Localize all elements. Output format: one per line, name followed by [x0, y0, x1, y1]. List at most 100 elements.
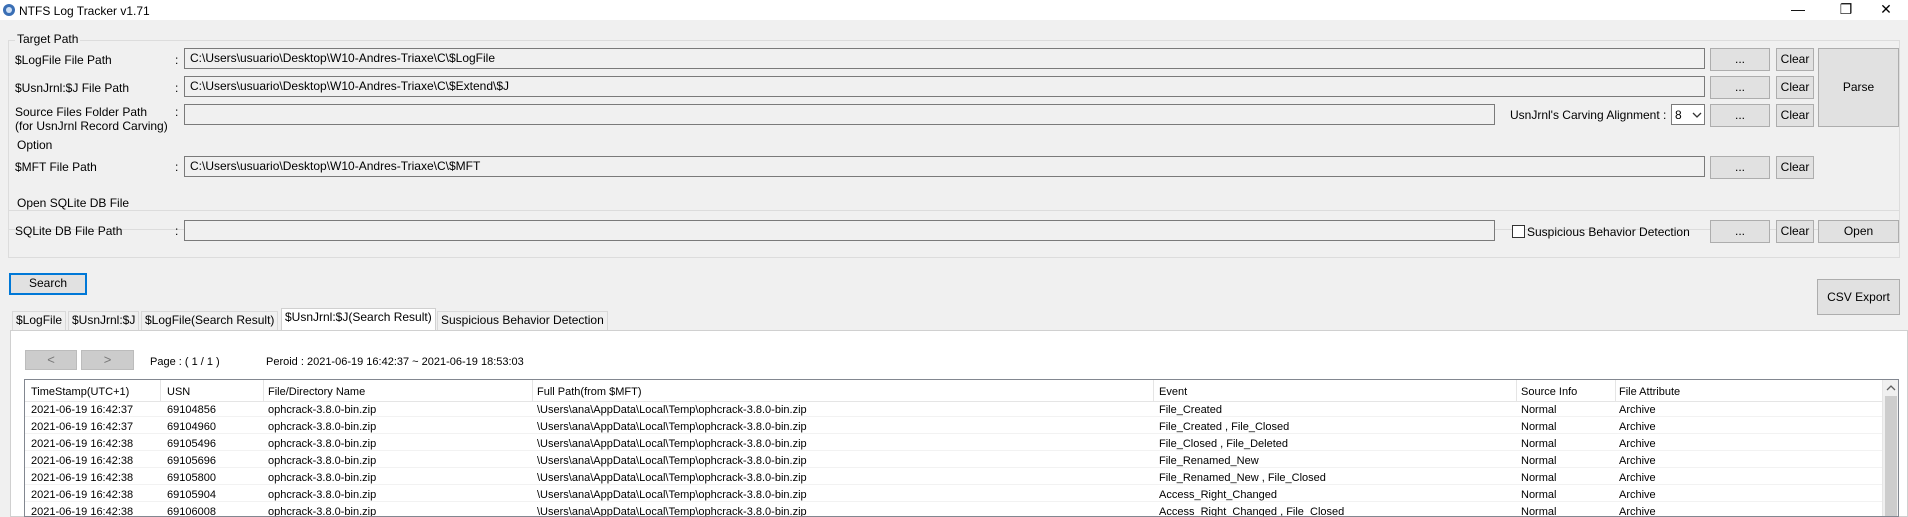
table-row[interactable]: 2021-06-19 16:42:38 69106008 ophcrack-3.8.… [25, 505, 1882, 517]
scroll-up-icon[interactable] [1886, 384, 1896, 392]
source-folder-clear-button[interactable]: Clear [1776, 104, 1814, 127]
column-header[interactable]: File/Directory Name [268, 386, 365, 398]
source-folder-sublabel: (for UsnJrnl Record Carving) [15, 119, 168, 133]
usnjrnl-clear-button[interactable]: Clear [1776, 76, 1814, 99]
usnjrnl-path-input[interactable]: C:\Users\usuario\Desktop\W10-Andres-Tria… [184, 76, 1705, 97]
table-cell: Access_Right_Changed , File_Closed [1159, 506, 1345, 517]
parse-button[interactable]: Parse [1818, 48, 1899, 127]
table-cell: File_Created [1159, 404, 1222, 416]
colon: : [175, 160, 179, 174]
table-row[interactable]: 2021-06-19 16:42:38 69105696 ophcrack-3.8.… [25, 454, 1882, 468]
colon: : [175, 224, 179, 238]
table-cell: \Users\ana\AppData\Local\Temp\ophcrack-3… [537, 404, 807, 416]
sqlite-path-input[interactable] [184, 220, 1495, 241]
table-cell: ophcrack-3.8.0-bin.zip [268, 421, 377, 433]
table-row[interactable]: 2021-06-19 16:42:37 69104856 ophcrack-3.8.… [25, 403, 1882, 417]
table-cell: Archive [1619, 506, 1656, 517]
grid-header: TimeStamp(UTC+1) USN File/Directory Name… [25, 380, 1882, 402]
table-cell: ophcrack-3.8.0-bin.zip [268, 404, 377, 416]
close-button[interactable]: ✕ [1864, 0, 1908, 20]
source-folder-label: Source Files Folder Path [15, 105, 148, 119]
table-row[interactable]: 2021-06-19 16:42:38 69105496 ophcrack-3.8.… [25, 437, 1882, 451]
search-button[interactable]: Search [9, 273, 87, 295]
mft-browse-button[interactable]: ... [1710, 156, 1770, 179]
vertical-scrollbar[interactable] [1882, 380, 1898, 516]
open-button[interactable]: Open [1818, 220, 1899, 243]
table-cell: ophcrack-3.8.0-bin.zip [268, 506, 377, 517]
colon: : [175, 53, 179, 67]
table-cell: 2021-06-19 16:42:38 [31, 455, 134, 467]
app-icon [3, 4, 15, 16]
column-header[interactable]: USN [167, 386, 190, 398]
tab-usnjrnl-search-result[interactable]: $UsnJrnl:$J(Search Result) [281, 308, 436, 330]
usnjrnl-label: $UsnJrnl:$J File Path [15, 81, 130, 95]
sqlite-clear-button[interactable]: Clear [1776, 220, 1814, 243]
table-cell: File_Renamed_New , File_Closed [1159, 472, 1326, 484]
table-row[interactable]: 2021-06-19 16:42:38 69105800 ophcrack-3.8.… [25, 471, 1882, 485]
target-path-legend: Target Path [15, 32, 81, 46]
colon: : [175, 81, 179, 95]
table-cell: 2021-06-19 16:42:37 [31, 404, 134, 416]
mft-clear-button[interactable]: Clear [1776, 156, 1814, 179]
column-header[interactable]: Event [1159, 386, 1187, 398]
suspicious-behavior-checkbox[interactable] [1512, 225, 1525, 238]
table-cell: File_Renamed_New [1159, 455, 1259, 467]
table-row[interactable]: 2021-06-19 16:42:37 69104960 ophcrack-3.8.… [25, 420, 1882, 434]
prev-page-button[interactable]: < [25, 350, 77, 370]
table-cell: ophcrack-3.8.0-bin.zip [268, 438, 377, 450]
chevron-down-icon [1692, 112, 1702, 118]
tab-suspicious-behavior[interactable]: Suspicious Behavior Detection [437, 311, 608, 330]
table-cell: 2021-06-19 16:42:37 [31, 421, 134, 433]
table-cell: \Users\ana\AppData\Local\Temp\ophcrack-3… [537, 506, 807, 517]
table-cell: Normal [1521, 506, 1557, 517]
logfile-browse-button[interactable]: ... [1710, 48, 1770, 71]
table-cell: 2021-06-19 16:42:38 [31, 489, 134, 501]
minimize-button[interactable]: — [1776, 0, 1820, 20]
table-cell: \Users\ana\AppData\Local\Temp\ophcrack-3… [537, 472, 807, 484]
scrollbar-thumb[interactable] [1885, 396, 1897, 516]
table-cell: ophcrack-3.8.0-bin.zip [268, 472, 377, 484]
carving-alignment-value: 8 [1675, 108, 1682, 122]
table-cell: 69105904 [167, 489, 216, 501]
table-cell: 2021-06-19 16:42:38 [31, 506, 134, 517]
table-row[interactable]: 2021-06-19 16:42:38 69105904 ophcrack-3.8.… [25, 488, 1882, 502]
next-page-button[interactable]: > [81, 350, 134, 370]
title-bar: NTFS Log Tracker v1.71 — ❐ ✕ [0, 0, 1908, 20]
column-header[interactable]: Source Info [1521, 386, 1577, 398]
table-cell: Archive [1619, 489, 1656, 501]
column-header[interactable]: Full Path(from $MFT) [537, 386, 642, 398]
table-cell: Normal [1521, 489, 1557, 501]
table-cell: Archive [1619, 404, 1656, 416]
restore-button[interactable]: ❐ [1824, 0, 1868, 20]
table-cell: Normal [1521, 421, 1557, 433]
table-cell: 69105800 [167, 472, 216, 484]
column-header[interactable]: TimeStamp(UTC+1) [31, 386, 129, 398]
table-cell: Normal [1521, 455, 1557, 467]
period-label: Peroid : 2021-06-19 16:42:37 ~ 2021-06-1… [266, 356, 524, 368]
table-cell: Archive [1619, 438, 1656, 450]
table-cell: 69106008 [167, 506, 216, 517]
tab-usnjrnl[interactable]: $UsnJrnl:$J [68, 311, 140, 330]
usnjrnl-browse-button[interactable]: ... [1710, 76, 1770, 99]
sqlite-browse-button[interactable]: ... [1710, 220, 1770, 243]
source-folder-browse-button[interactable]: ... [1710, 104, 1770, 127]
tab-logfile[interactable]: $LogFile [12, 311, 67, 330]
table-cell: 69104856 [167, 404, 216, 416]
carving-alignment-select[interactable]: 8 [1671, 104, 1705, 125]
column-header[interactable]: File Attribute [1619, 386, 1680, 398]
table-cell: Archive [1619, 472, 1656, 484]
source-folder-input[interactable] [184, 104, 1495, 125]
csv-export-button[interactable]: CSV Export [1817, 279, 1900, 315]
table-cell: Archive [1619, 455, 1656, 467]
logfile-path-input[interactable]: C:\Users\usuario\Desktop\W10-Andres-Tria… [184, 48, 1705, 69]
table-cell: Archive [1619, 421, 1656, 433]
sqlite-legend: Open SQLite DB File [15, 196, 132, 210]
table-cell: Normal [1521, 472, 1557, 484]
results-grid: TimeStamp(UTC+1) USN File/Directory Name… [24, 379, 1899, 517]
window-title: NTFS Log Tracker v1.71 [19, 4, 150, 18]
table-cell: Access_Right_Changed [1159, 489, 1278, 501]
mft-path-input[interactable]: C:\Users\usuario\Desktop\W10-Andres-Tria… [184, 156, 1705, 177]
tab-logfile-search-result[interactable]: $LogFile(Search Result) [141, 311, 279, 330]
logfile-clear-button[interactable]: Clear [1776, 48, 1814, 71]
table-cell: \Users\ana\AppData\Local\Temp\ophcrack-3… [537, 438, 807, 450]
